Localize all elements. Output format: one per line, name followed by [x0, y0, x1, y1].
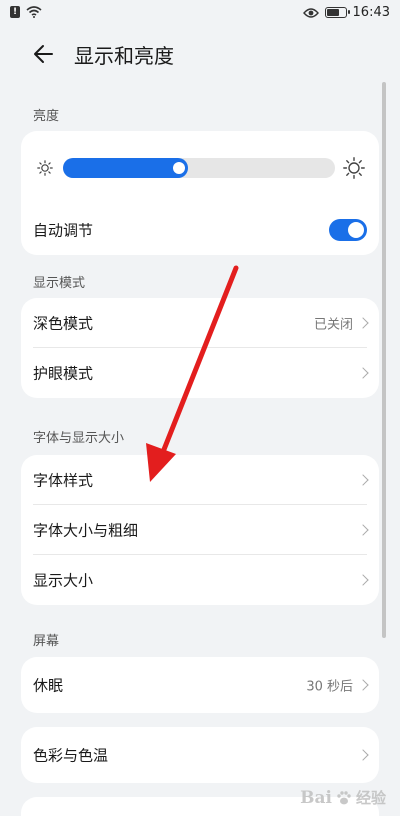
scrollbar[interactable] — [382, 82, 386, 638]
color-temperature-row[interactable]: 色彩与色温 — [21, 727, 379, 783]
page-title: 显示和亮度 — [74, 44, 174, 68]
toggle-knob — [348, 222, 364, 238]
brightness-slider-fill — [63, 158, 189, 178]
header: 显示和亮度 — [0, 38, 400, 70]
display-size-row[interactable]: 显示大小 — [21, 555, 379, 605]
auto-brightness-label: 自动调节 — [33, 221, 94, 240]
status-time: 16:43 — [352, 5, 390, 20]
auto-brightness-row[interactable]: 自动调节 — [21, 205, 379, 255]
paw-icon — [337, 790, 351, 804]
wifi-icon — [26, 6, 42, 18]
battery-icon — [324, 7, 350, 18]
brightness-card: 自动调节 — [21, 131, 379, 255]
chevron-right-icon — [357, 317, 369, 329]
display-size-label: 显示大小 — [33, 571, 94, 590]
section-display-mode: 显示模式 — [33, 276, 86, 291]
brightness-slider[interactable] — [63, 158, 335, 178]
font-style-label: 字体样式 — [33, 471, 94, 490]
alert-icon: ! — [10, 6, 20, 18]
back-arrow-icon — [34, 45, 53, 63]
font-size-weight-label: 字体大小与粗细 — [33, 521, 139, 540]
eye-comfort-icon — [302, 7, 319, 18]
font-style-row[interactable]: 字体样式 — [21, 455, 379, 505]
eye-comfort-label: 护眼模式 — [33, 364, 94, 383]
eye-comfort-row[interactable]: 护眼模式 — [21, 348, 379, 398]
brightness-low-icon — [37, 160, 53, 176]
sleep-card: 休眠 30 秒后 — [21, 657, 379, 713]
sleep-row[interactable]: 休眠 30 秒后 — [21, 657, 379, 713]
font-size-weight-row[interactable]: 字体大小与粗细 — [21, 505, 379, 555]
chevron-right-icon — [357, 367, 369, 379]
brightness-high-icon — [343, 157, 365, 179]
font-card: 字体样式 字体大小与粗细 显示大小 — [21, 455, 379, 605]
color-temperature-label: 色彩与色温 — [33, 746, 109, 765]
chevron-right-icon — [357, 679, 369, 691]
back-button[interactable] — [30, 38, 62, 70]
color-card: 色彩与色温 — [21, 727, 379, 783]
dark-mode-value: 已关闭 — [313, 317, 353, 333]
chevron-right-icon — [357, 524, 369, 536]
brightness-slider-thumb[interactable] — [173, 162, 186, 174]
dark-mode-label: 深色模式 — [33, 314, 94, 333]
dark-mode-row[interactable]: 深色模式 已关闭 — [21, 298, 379, 348]
section-brightness: 亮度 — [33, 109, 60, 124]
chevron-right-icon — [357, 474, 369, 486]
status-right: 16:43 — [302, 5, 390, 20]
display-mode-card: 深色模式 已关闭 护眼模式 — [21, 298, 379, 398]
status-bar: ! 16:43 — [0, 0, 400, 26]
brightness-slider-row — [21, 131, 379, 205]
auto-brightness-toggle[interactable] — [329, 219, 367, 241]
section-font-size: 字体与显示大小 — [33, 431, 125, 446]
baidu-watermark-logo: Bai 经验 — [300, 787, 386, 808]
chevron-right-icon — [357, 574, 369, 586]
section-screen: 屏幕 — [33, 634, 60, 649]
sleep-value: 30 秒后 — [306, 679, 353, 695]
status-left: ! — [10, 6, 42, 18]
sleep-label: 休眠 — [33, 676, 64, 695]
chevron-right-icon — [357, 749, 369, 761]
